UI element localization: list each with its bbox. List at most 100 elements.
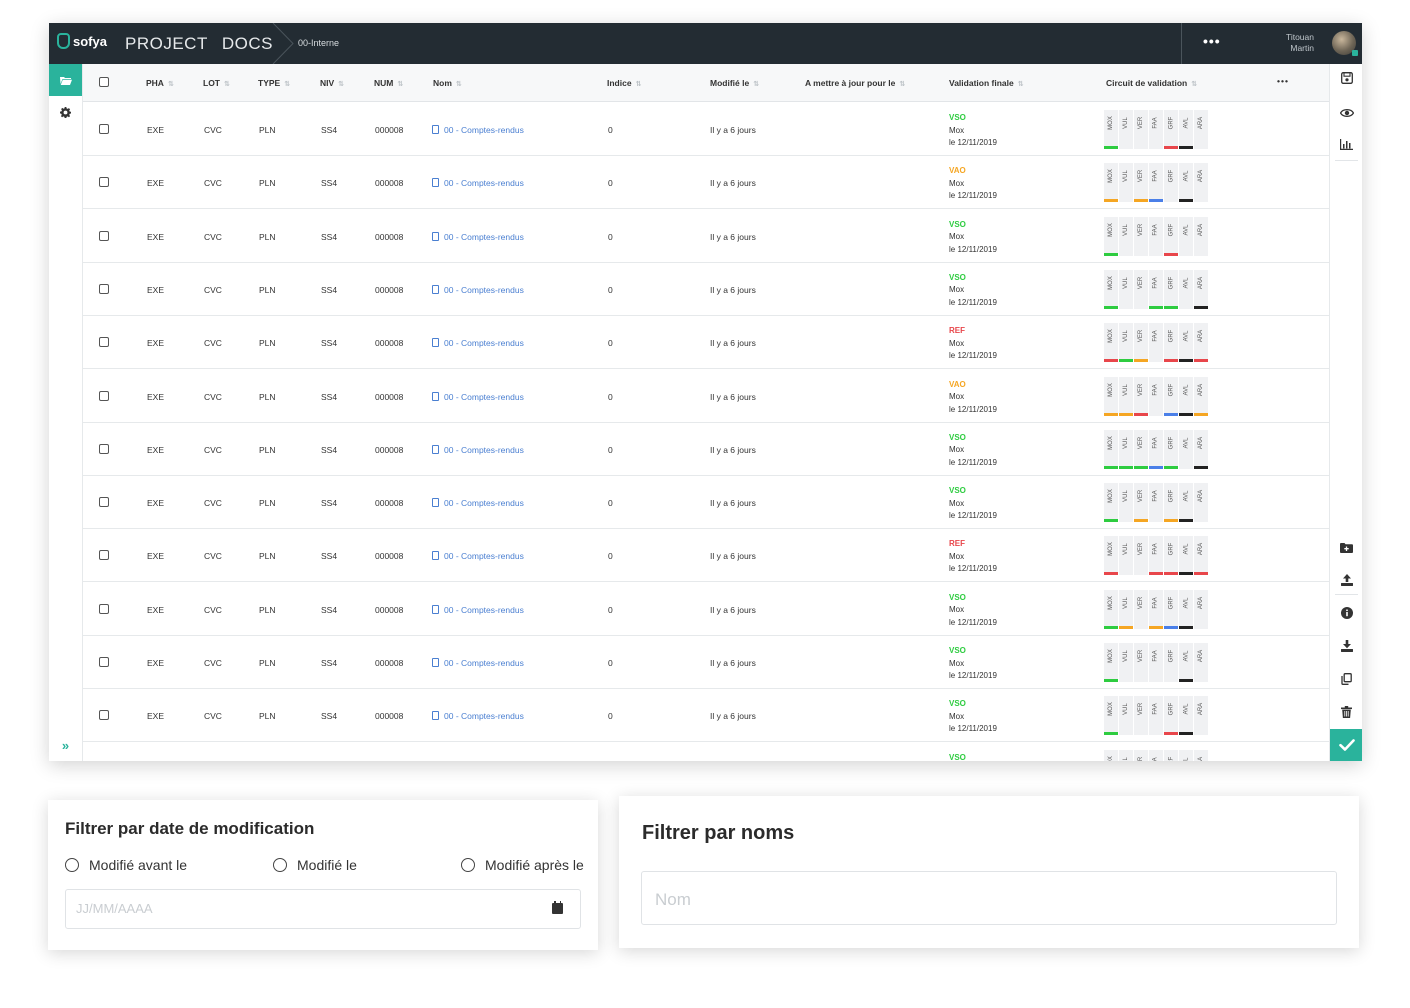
- cell-nom-link[interactable]: 00 - Comptes-rendus: [432, 658, 524, 668]
- table-row[interactable]: EXE CVC PLN SS4 000008 0 Il y a 6 jours 00 - Co…: [83, 262, 1329, 316]
- table-row[interactable]: EXE CVC PLN SS4 000008 0 Il y a 6 jours 00 - Co…: [83, 369, 1329, 423]
- circuit-step[interactable]: ARA: [1194, 323, 1208, 363]
- circuit-step[interactable]: FAA: [1149, 376, 1163, 416]
- circuit-step[interactable]: VUL: [1119, 536, 1133, 576]
- circuit-step[interactable]: VER: [1134, 376, 1148, 416]
- circuit-step[interactable]: ARA: [1194, 589, 1208, 629]
- circuit-step[interactable]: VER: [1134, 483, 1148, 523]
- circuit-step[interactable]: AVL: [1179, 376, 1193, 416]
- circuit-step[interactable]: FAA: [1149, 643, 1163, 682]
- circuit-step[interactable]: ARA: [1194, 269, 1208, 309]
- circuit-step[interactable]: AVL: [1179, 323, 1193, 363]
- validation-circuit[interactable]: MOX VUL VER FAA GRF AVL ARA: [1104, 749, 1209, 761]
- table-row[interactable]: VSO MOX VUL VER FAA GRF AVL ARA: [83, 742, 1329, 761]
- breadcrumb[interactable]: 00-Interne: [298, 38, 339, 48]
- cell-nom-link[interactable]: 00 - Comptes-rendus: [432, 551, 524, 561]
- circuit-step[interactable]: VUL: [1119, 429, 1133, 469]
- add-folder-icon[interactable]: [1330, 541, 1362, 556]
- circuit-step[interactable]: AVL: [1179, 110, 1193, 149]
- circuit-step[interactable]: VER: [1134, 749, 1148, 761]
- circuit-step[interactable]: MOX: [1104, 589, 1118, 629]
- more-icon[interactable]: •••: [1203, 33, 1221, 49]
- cell-nom-link[interactable]: 00 - Comptes-rendus: [432, 498, 524, 508]
- row-checkbox[interactable]: [99, 337, 109, 348]
- info-icon[interactable]: [1330, 607, 1362, 622]
- circuit-step[interactable]: GRF: [1164, 749, 1178, 761]
- table-row[interactable]: EXE CVC PLN SS4 000008 0 Il y a 6 jours 00 - Co…: [83, 635, 1329, 689]
- circuit-step[interactable]: ARA: [1194, 483, 1208, 523]
- circuit-step[interactable]: MOX: [1104, 749, 1118, 761]
- validation-circuit[interactable]: MOX VUL VER FAA GRF AVL ARA: [1104, 429, 1209, 469]
- check-icon[interactable]: [1330, 729, 1362, 761]
- circuit-step[interactable]: GRF: [1164, 163, 1178, 203]
- cell-nom-link[interactable]: 00 - Comptes-rendus: [432, 284, 524, 295]
- name-input[interactable]: [653, 889, 1317, 911]
- circuit-step[interactable]: VUL: [1119, 749, 1133, 761]
- chart-icon[interactable]: [1330, 138, 1362, 153]
- date-field[interactable]: [65, 889, 581, 929]
- upload-icon[interactable]: [1330, 574, 1362, 589]
- column-more-icon[interactable]: •••: [1277, 76, 1289, 86]
- column-header-niv[interactable]: NIV ⇅: [320, 78, 344, 88]
- cell-nom-link[interactable]: 00 - Comptes-rendus: [432, 178, 524, 188]
- table-row[interactable]: EXE CVC PLN SS4 000008 0 Il y a 6 jours 00 - Co…: [83, 422, 1329, 476]
- circuit-step[interactable]: ARA: [1194, 110, 1208, 149]
- radio-circle[interactable]: [273, 858, 287, 872]
- circuit-step[interactable]: MOX: [1104, 483, 1118, 523]
- trash-icon[interactable]: [1330, 706, 1362, 721]
- circuit-step[interactable]: GRF: [1164, 323, 1178, 363]
- circuit-step[interactable]: VER: [1134, 429, 1148, 469]
- circuit-step[interactable]: VUL: [1119, 216, 1133, 256]
- validation-circuit[interactable]: MOX VUL VER FAA GRF AVL ARA: [1104, 110, 1209, 149]
- circuit-step[interactable]: GRF: [1164, 429, 1178, 469]
- circuit-step[interactable]: GRF: [1164, 376, 1178, 416]
- row-checkbox[interactable]: [99, 230, 109, 241]
- circuit-step[interactable]: ARA: [1194, 536, 1208, 576]
- circuit-step[interactable]: MOX: [1104, 110, 1118, 149]
- circuit-step[interactable]: VUL: [1119, 269, 1133, 309]
- column-header-type[interactable]: TYPE ⇅: [258, 78, 290, 88]
- circuit-step[interactable]: AVL: [1179, 643, 1193, 682]
- validation-circuit[interactable]: MOX VUL VER FAA GRF AVL ARA: [1104, 269, 1209, 309]
- circuit-step[interactable]: VUL: [1119, 589, 1133, 629]
- circuit-step[interactable]: VUL: [1119, 376, 1133, 416]
- column-header-indice[interactable]: Indice ⇅: [607, 78, 641, 88]
- row-checkbox[interactable]: [99, 657, 109, 667]
- column-header-modifie[interactable]: Modifié le ⇅: [710, 78, 759, 88]
- circuit-step[interactable]: MOX: [1104, 216, 1118, 256]
- circuit-step[interactable]: VUL: [1119, 110, 1133, 149]
- eye-icon[interactable]: [1330, 106, 1362, 121]
- cell-nom-link[interactable]: 00 - Comptes-rendus: [432, 604, 524, 615]
- circuit-step[interactable]: VER: [1134, 216, 1148, 256]
- logo[interactable]: sofya: [57, 33, 107, 49]
- circuit-step[interactable]: VER: [1134, 163, 1148, 203]
- circuit-step[interactable]: MOX: [1104, 643, 1118, 682]
- date-input[interactable]: [74, 900, 518, 917]
- gear-icon[interactable]: [49, 102, 82, 122]
- circuit-step[interactable]: GRF: [1164, 536, 1178, 576]
- circuit-step[interactable]: MOX: [1104, 269, 1118, 309]
- circuit-step[interactable]: MOX: [1104, 696, 1118, 736]
- row-checkbox[interactable]: [99, 603, 109, 614]
- row-checkbox[interactable]: [99, 283, 109, 294]
- row-checkbox[interactable]: [99, 497, 109, 508]
- name-field[interactable]: [641, 871, 1337, 925]
- row-checkbox[interactable]: [99, 550, 109, 561]
- circuit-step[interactable]: FAA: [1149, 323, 1163, 363]
- radio-modifie-avant[interactable]: Modifié avant le: [65, 857, 187, 873]
- circuit-step[interactable]: AVL: [1179, 536, 1193, 576]
- table-row[interactable]: EXE CVC PLN SS4 000008 0 Il y a 6 jours 00 - Co…: [83, 315, 1329, 370]
- circuit-step[interactable]: GRF: [1164, 483, 1178, 523]
- row-checkbox[interactable]: [99, 124, 109, 134]
- circuit-step[interactable]: VUL: [1119, 643, 1133, 682]
- circuit-step[interactable]: MOX: [1104, 163, 1118, 203]
- circuit-step[interactable]: FAA: [1149, 110, 1163, 149]
- cell-nom-link[interactable]: 00 - Comptes-rendus: [432, 231, 524, 242]
- circuit-step[interactable]: VUL: [1119, 323, 1133, 363]
- circuit-step[interactable]: AVL: [1179, 163, 1193, 203]
- column-header-nom[interactable]: Nom ⇅: [433, 78, 462, 88]
- circuit-step[interactable]: VER: [1134, 643, 1148, 682]
- circuit-step[interactable]: MOX: [1104, 429, 1118, 469]
- circuit-step[interactable]: AVL: [1179, 269, 1193, 309]
- radio-circle[interactable]: [65, 858, 79, 872]
